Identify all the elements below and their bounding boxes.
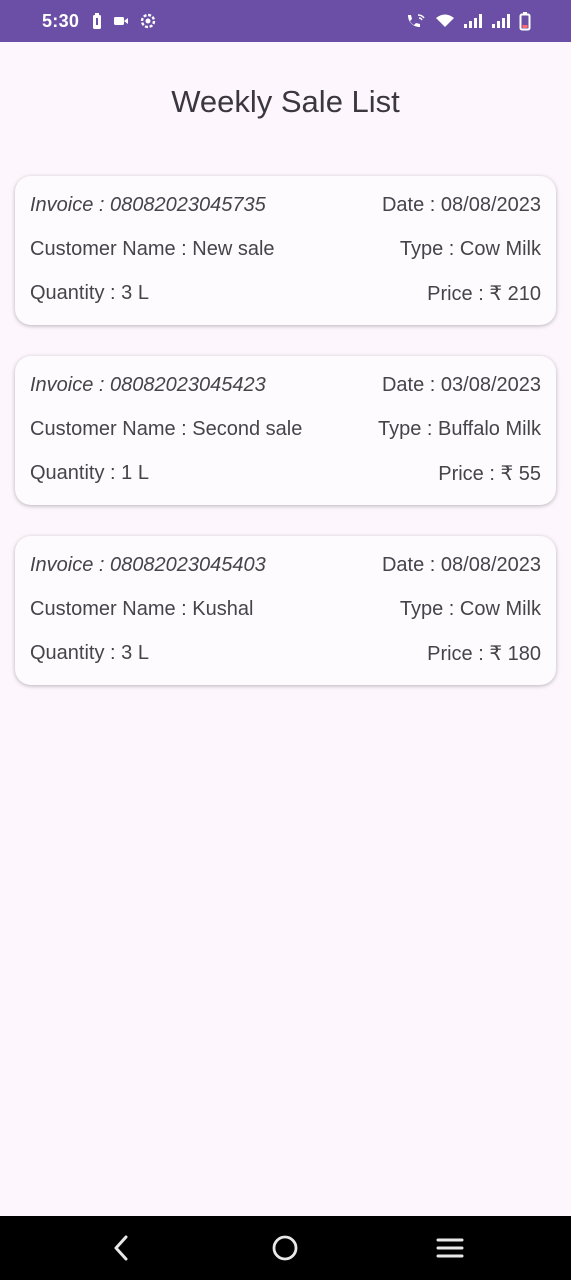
card-row-invoice: Invoice : 08082023045423 Date : 03/08/20…	[30, 374, 541, 396]
battery-icon	[519, 11, 531, 31]
card-row-invoice: Invoice : 08082023045403 Date : 08/08/20…	[30, 554, 541, 576]
status-right-icons	[405, 11, 531, 31]
milk-type: Type : Cow Milk	[399, 237, 541, 260]
battery-saver-icon	[91, 12, 103, 30]
price: Price : ₹ 55	[438, 462, 541, 485]
card-row-invoice: Invoice : 08082023045735 Date : 08/08/20…	[30, 194, 541, 216]
card-row-customer: Customer Name : Second sale Type : Buffa…	[30, 418, 541, 440]
milk-type: Type : Buffalo Milk	[377, 417, 541, 440]
page-title: Weekly Sale List	[171, 84, 400, 119]
invoice-number: Invoice : 08082023045735	[30, 193, 266, 216]
quantity: Quantity : 3 L	[30, 641, 149, 664]
price: Price : ₹ 210	[427, 282, 541, 305]
card-row-quantity: Quantity : 1 L Price : ₹ 55	[30, 461, 541, 485]
card-row-customer: Customer Name : New sale Type : Cow Milk	[30, 238, 541, 260]
status-bar: 5:30	[0, 0, 571, 42]
invoice-number: Invoice : 08082023045423	[30, 373, 266, 396]
sale-list: Invoice : 08082023045735 Date : 08/08/20…	[15, 176, 556, 716]
card-row-customer: Customer Name : Kushal Type : Cow Milk	[30, 598, 541, 620]
status-left-icons	[91, 12, 157, 30]
signal-icon	[463, 13, 483, 29]
milk-type: Type : Cow Milk	[399, 597, 541, 620]
price: Price : ₹ 180	[427, 642, 541, 665]
settings-icon	[139, 12, 157, 30]
customer-name: Customer Name : New sale	[30, 237, 275, 260]
signal-icon	[491, 13, 511, 29]
sale-card[interactable]: Invoice : 08082023045423 Date : 03/08/20…	[15, 356, 556, 505]
sale-card[interactable]: Invoice : 08082023045403 Date : 08/08/20…	[15, 536, 556, 685]
customer-name: Customer Name : Kushal	[30, 597, 254, 620]
card-row-quantity: Quantity : 3 L Price : ₹ 180	[30, 641, 541, 665]
card-row-quantity: Quantity : 3 L Price : ₹ 210	[30, 281, 541, 305]
invoice-number: Invoice : 08082023045403	[30, 553, 266, 576]
sale-date: Date : 08/08/2023	[381, 193, 541, 216]
quantity: Quantity : 1 L	[30, 461, 149, 484]
recents-icon[interactable]	[432, 1230, 468, 1266]
home-icon[interactable]	[267, 1230, 303, 1266]
status-time: 5:30	[42, 10, 80, 31]
sale-date: Date : 03/08/2023	[381, 373, 541, 396]
video-icon	[113, 15, 129, 27]
customer-name: Customer Name : Second sale	[30, 417, 303, 440]
sale-card[interactable]: Invoice : 08082023045735 Date : 08/08/20…	[15, 176, 556, 325]
sale-date: Date : 08/08/2023	[381, 553, 541, 576]
wifi-icon	[435, 13, 455, 29]
quantity: Quantity : 3 L	[30, 281, 149, 304]
wifi-calling-icon	[405, 12, 427, 30]
navigation-bar	[0, 1216, 571, 1280]
back-icon[interactable]	[103, 1230, 139, 1266]
